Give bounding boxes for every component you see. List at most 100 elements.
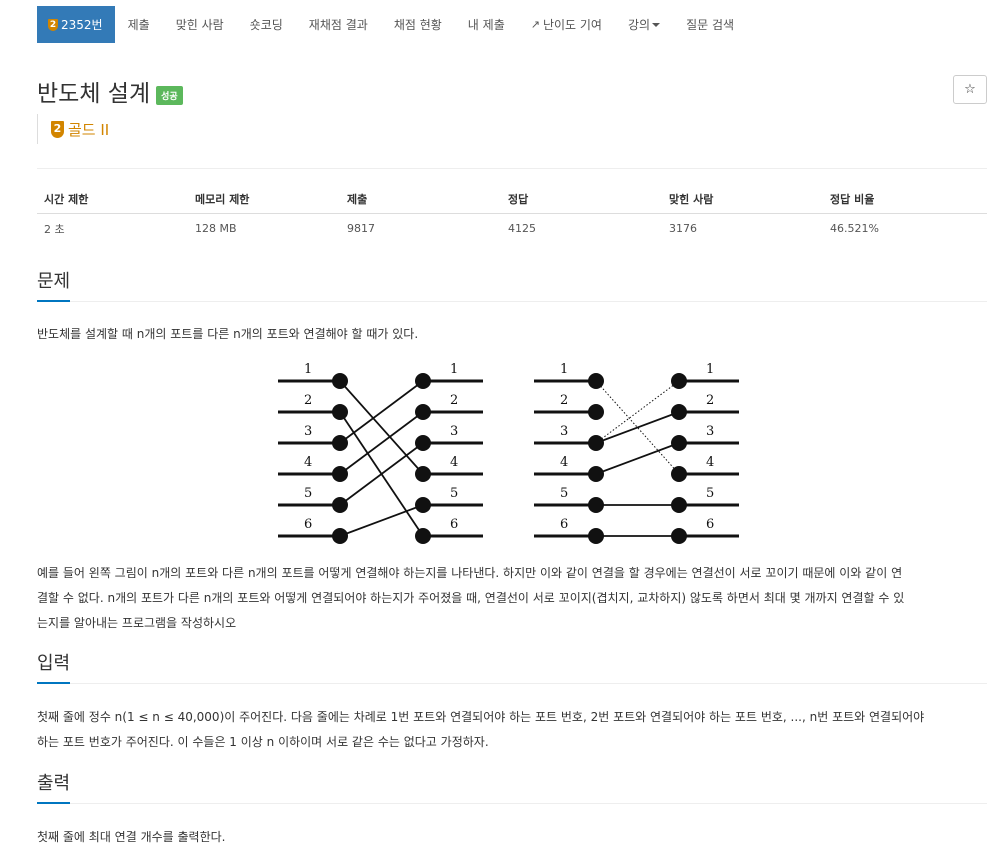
section-output-header: 출력	[37, 773, 987, 804]
right-panel-right-port-label: 3	[706, 424, 714, 439]
right-panel-left-port-label: 3	[560, 424, 568, 439]
left-panel-left-port-label: 3	[304, 424, 312, 439]
right-panel-right-port-dot	[671, 404, 687, 420]
left-panel-left-port-label: 2	[304, 393, 312, 408]
right-panel-right-port-dot	[671, 435, 687, 451]
info-value-row: 2 초 128 MB 9817 4125 3176 46.521%	[37, 214, 987, 243]
info-header-row: 시간 제한 메모리 제한 제출 정답 맞힌 사람 정답 비율	[37, 185, 987, 214]
left-panel-left-port-dot	[332, 528, 348, 544]
title-row: 반도체 설계 성공	[37, 74, 183, 108]
tier-row: 2 골드 II	[37, 114, 109, 144]
right-panel-right-port-dot	[671, 373, 687, 389]
nav-shortcoding[interactable]: 숏코딩	[237, 6, 296, 43]
star-icon: ☆	[964, 82, 976, 97]
divider	[37, 168, 987, 169]
header-solvers: 맞힌 사람	[669, 193, 714, 206]
right-panel-right-port-label: 1	[706, 362, 714, 377]
value-memory-limit: 128 MB	[195, 222, 237, 235]
problem-body-line-2: 결할 수 없다. n개의 포트가 다른 n개의 포트와 어떻게 연결되어야 하는…	[37, 591, 905, 605]
problem-body: 예를 들어 왼쪽 그림이 n개의 포트와 다른 n개의 포트를 어떻게 연결해야…	[37, 561, 987, 636]
right-panel-left-port-dot	[588, 373, 604, 389]
left-panel-right-port-label: 6	[450, 517, 458, 532]
nav-my-submissions[interactable]: 내 제출	[455, 6, 518, 43]
left-panel-connection-line	[339, 380, 424, 475]
section-input-header: 입력	[37, 653, 987, 684]
left-panel-left-port-dot	[332, 404, 348, 420]
nav-problem-number[interactable]: 2 2352번	[37, 6, 115, 43]
left-panel-connection-line	[339, 380, 424, 444]
left-panel-right-port-label: 1	[450, 362, 458, 377]
left-panel-right-port-label: 4	[450, 455, 458, 470]
left-panel-right-port-label: 2	[450, 393, 458, 408]
problem-nav: 2 2352번 제출 맞힌 사람 숏코딩 재채점 결과 채점 현황 내 제출 ↗…	[37, 6, 747, 43]
nav-difficulty-contribution[interactable]: ↗ 난이도 기여	[518, 6, 615, 43]
gold-tier-icon: 2	[48, 18, 58, 31]
problem-title: 반도체 설계	[37, 81, 151, 107]
nav-lectures-label: 강의	[627, 18, 651, 32]
external-link-icon: ↗	[530, 18, 540, 31]
right-panel-right-port-label: 4	[706, 455, 714, 470]
right-panel-left-port-label: 2	[560, 393, 568, 408]
value-submissions: 9817	[347, 222, 375, 235]
section-problem-title: 문제	[37, 271, 71, 302]
right-panel-left-port-dot	[588, 528, 604, 544]
right-panel-left-port-label: 6	[560, 517, 568, 532]
right-panel-left-port-dot	[588, 466, 604, 482]
header-time-limit: 시간 제한	[44, 193, 89, 206]
right-panel-connection-line	[595, 442, 680, 475]
left-panel-connection-line	[339, 504, 424, 537]
left-panel-right-port-label: 5	[450, 486, 458, 501]
left-panel-right-port-label: 3	[450, 424, 458, 439]
section-input-title: 입력	[37, 653, 71, 684]
section-problem-header: 문제	[37, 271, 987, 302]
right-panel-dotted-connection	[595, 380, 680, 444]
nav-rejudge[interactable]: 재채점 결과	[296, 6, 381, 43]
left-panel-left-port-label: 1	[304, 362, 312, 377]
right-panel-right-port-label: 2	[706, 393, 714, 408]
output-body: 첫째 줄에 최대 연결 개수를 출력한다.	[37, 830, 226, 844]
caret-down-icon	[652, 22, 661, 27]
left-panel-left-port-dot	[332, 373, 348, 389]
figure-drawing: 1 1 2 2 3 3 4 4 5 5 6 6 1 1 2 2 3 3 4 4 5 5 6 6	[278, 362, 739, 544]
left-panel-left-port-dot	[332, 466, 348, 482]
value-accepted: 4125	[508, 222, 536, 235]
left-panel-connection-line	[339, 442, 424, 506]
right-panel-left-port-label: 1	[560, 362, 568, 377]
left-panel-left-port-label: 4	[304, 455, 312, 470]
problem-body-line-3: 는지를 알아내는 프로그램을 작성하시오	[37, 616, 237, 630]
header-memory-limit: 메모리 제한	[195, 193, 250, 206]
nav-solvers[interactable]: 맞힌 사람	[163, 6, 237, 43]
header-ratio: 정답 비율	[830, 193, 875, 206]
right-panel-left-port-dot	[588, 435, 604, 451]
problem-info-table: 시간 제한 메모리 제한 제출 정답 맞힌 사람 정답 비율 2 초 128 M…	[37, 185, 987, 243]
left-panel-left-port-label: 6	[304, 517, 312, 532]
header-accepted: 정답	[508, 193, 529, 206]
nav-difficulty-label: 난이도 기여	[542, 18, 602, 32]
nav-question-search[interactable]: 질문 검색	[673, 6, 747, 43]
input-body-line-1: 첫째 줄에 정수 n(1 ≤ n ≤ 40,000)이 주어진다. 다음 줄에는…	[37, 710, 925, 724]
value-ratio: 46.521%	[830, 222, 879, 235]
nav-status[interactable]: 채점 현황	[381, 6, 455, 43]
left-panel-left-port-dot	[332, 435, 348, 451]
status-badge: 성공	[156, 85, 183, 105]
right-panel-left-port-dot	[588, 497, 604, 513]
right-panel-connection-line	[595, 411, 680, 444]
section-output-title: 출력	[37, 773, 71, 804]
left-panel-right-port-dot	[415, 497, 431, 513]
nav-submit[interactable]: 제출	[115, 6, 163, 43]
value-solvers: 3176	[669, 222, 697, 235]
favorite-button[interactable]: ☆	[953, 75, 987, 104]
right-panel-right-port-dot	[671, 528, 687, 544]
tier-label[interactable]: 골드 II	[68, 119, 109, 140]
right-panel-right-port-label: 6	[706, 517, 714, 532]
left-panel-left-port-label: 5	[304, 486, 312, 501]
nav-lectures[interactable]: 강의	[615, 6, 673, 43]
left-panel-right-port-dot	[415, 466, 431, 482]
header-submissions: 제출	[347, 193, 368, 206]
right-panel-right-port-dot	[671, 497, 687, 513]
left-panel-right-port-dot	[415, 435, 431, 451]
nav-problem-number-label: 2352번	[61, 18, 103, 32]
left-panel-left-port-dot	[332, 497, 348, 513]
left-panel-connection-line	[339, 411, 424, 475]
right-panel-right-port-dot	[671, 466, 687, 482]
